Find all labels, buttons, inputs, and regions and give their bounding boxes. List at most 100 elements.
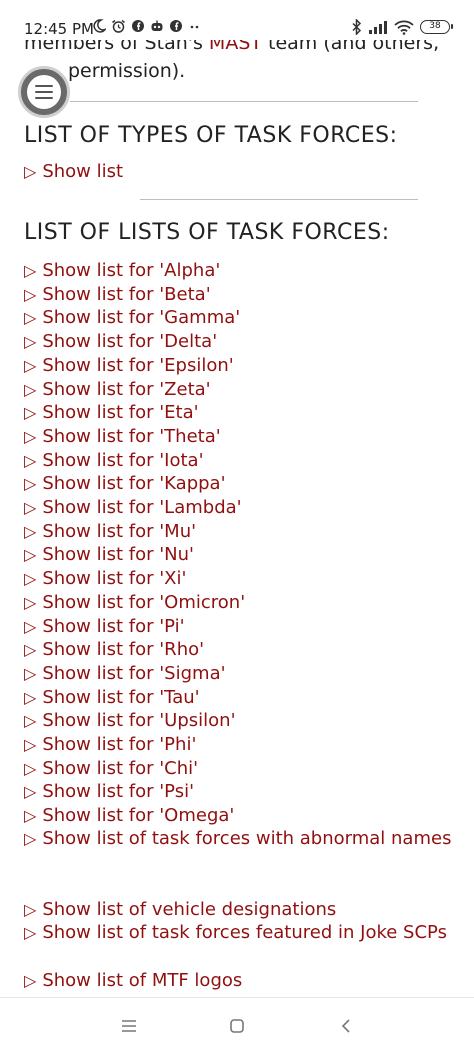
- vehicle-designations-label: Show list of vehicle designations: [42, 899, 337, 920]
- alarm-icon: [112, 19, 125, 33]
- list-item-label: Show list for 'Iota': [42, 449, 204, 471]
- list-item[interactable]: ▷ Show list for 'Chi': [24, 757, 245, 781]
- partial-intro-before: members of Stan's: [24, 40, 209, 54]
- triangle-right-icon: ▷: [24, 332, 37, 352]
- list-item[interactable]: ▷ Show list for 'Phi': [24, 733, 245, 757]
- list-item[interactable]: ▷ Show list for 'Nu': [24, 543, 245, 567]
- abnormal-names-label: Show list of task forces with abnormal n…: [42, 828, 452, 849]
- list-item[interactable]: ▷ Show list for 'Theta': [24, 425, 245, 449]
- list-item-label: Show list for 'Lambda': [42, 497, 242, 519]
- hamburger-line: [35, 85, 53, 87]
- list-item[interactable]: ▷ Show list for 'Kappa': [24, 472, 245, 496]
- recent-apps-icon: [122, 1020, 136, 1032]
- triangle-right-icon: ▷: [24, 521, 37, 541]
- bluetooth-icon: [352, 19, 362, 35]
- list-item[interactable]: ▷ Show list for 'Omicron': [24, 591, 245, 615]
- list-item-label: Show list for 'Nu': [42, 544, 195, 566]
- list-item[interactable]: ▷ Show list for 'Eta': [24, 401, 245, 425]
- divider-1: [70, 101, 418, 102]
- list-item[interactable]: ▷ Show list for 'Pi': [24, 615, 245, 639]
- list-item-label: Show list for 'Gamma': [42, 307, 241, 329]
- triangle-right-icon: ▷: [24, 640, 37, 660]
- mtf-logos-toggle[interactable]: ▷ Show list of MTF logos: [24, 970, 454, 992]
- list-item-label: Show list for 'Alpha': [42, 260, 221, 281]
- triangle-right-icon: ▷: [24, 284, 37, 304]
- back-icon: [341, 1019, 350, 1033]
- floating-menu-button[interactable]: [18, 66, 70, 118]
- list-item[interactable]: ▷ Show list for 'Upsilon': [24, 709, 245, 733]
- more-notifications-icon: [190, 25, 199, 29]
- triangle-right-icon: ▷: [24, 498, 37, 518]
- hamburger-line: [35, 97, 53, 99]
- system-navigation-bar: [0, 997, 474, 1053]
- triangle-right-icon: ▷: [24, 261, 37, 280]
- status-bar: 12:45 PM 38: [0, 0, 474, 40]
- hamburger-menu-icon: [27, 75, 61, 109]
- partial-intro-after: team (and others,: [261, 40, 440, 54]
- types-show-list-toggle[interactable]: ▷ Show list: [24, 161, 123, 182]
- toggle-label: Show list: [42, 161, 124, 182]
- triangle-right-icon: ▷: [24, 592, 37, 612]
- list-item-label: Show list for 'Pi': [42, 615, 185, 637]
- triangle-right-icon: ▷: [24, 616, 37, 636]
- list-item[interactable]: ▷ Show list for 'Psi': [24, 780, 245, 804]
- triangle-right-icon: ▷: [24, 900, 37, 919]
- triangle-right-icon: ▷: [24, 735, 37, 755]
- triangle-right-icon: ▷: [24, 545, 37, 565]
- divider-2: [140, 199, 418, 200]
- status-left-icons: [92, 19, 202, 34]
- triangle-right-icon: ▷: [24, 162, 37, 181]
- mtf-logos-label: Show list of MTF logos: [42, 970, 243, 991]
- list-item[interactable]: ▷ Show list for 'Rho': [24, 638, 245, 662]
- list-item[interactable]: ▷ Show list for 'Mu': [24, 520, 245, 544]
- back-button[interactable]: [332, 1012, 360, 1040]
- triangle-right-icon: ▷: [24, 711, 37, 731]
- list-item-label: Show list for 'Sigma': [42, 662, 226, 684]
- list-item[interactable]: ▷ Show list for 'Zeta': [24, 378, 245, 402]
- list-item[interactable]: ▷ Show list for 'Omega': [24, 804, 245, 828]
- triangle-right-icon: ▷: [24, 829, 37, 848]
- mast-link[interactable]: MAST: [209, 40, 262, 54]
- page-content: members of Stan's MAST team (and others,…: [0, 40, 474, 997]
- wifi-icon: [394, 20, 414, 35]
- home-button[interactable]: [223, 1012, 251, 1040]
- list-item-label: Show list for 'Eta': [42, 402, 199, 424]
- app-notification-icon-2: [170, 20, 182, 32]
- list-item-label: Show list for 'Upsilon': [42, 710, 236, 732]
- joke-scps-toggle[interactable]: ▷ Show list of task forces featured in Jo…: [24, 922, 454, 944]
- list-item-label: Show list for 'Mu': [42, 520, 197, 542]
- list-item[interactable]: ▷ Show list for 'Sigma': [24, 662, 245, 686]
- hamburger-line: [35, 91, 53, 93]
- joke-scps-label: Show list of task forces featured in Jok…: [42, 922, 447, 943]
- list-item[interactable]: ▷ Show list for 'Alpha': [24, 259, 245, 283]
- list-item[interactable]: ▷ Show list for 'Beta': [24, 283, 245, 307]
- types-heading: LIST OF TYPES OF TASK FORCES:: [24, 123, 398, 148]
- list-item[interactable]: ▷ Show list for 'Gamma': [24, 306, 245, 330]
- list-item[interactable]: ▷ Show list for 'Lambda': [24, 496, 245, 520]
- triangle-right-icon: ▷: [24, 569, 37, 589]
- list-item-label: Show list for 'Rho': [42, 639, 205, 661]
- triangle-right-icon: ▷: [24, 379, 37, 399]
- abnormal-names-toggle[interactable]: ▷ Show list of task forces with abnormal …: [24, 828, 454, 850]
- list-item[interactable]: ▷ Show list for 'Iota': [24, 449, 245, 473]
- app-notification-icon: [132, 20, 144, 32]
- triangle-right-icon: ▷: [24, 450, 37, 470]
- list-item[interactable]: ▷ Show list for 'Delta': [24, 330, 245, 354]
- list-item-label: Show list for 'Zeta': [42, 378, 211, 400]
- triangle-right-icon: ▷: [24, 758, 37, 778]
- list-item-label: Show list for 'Theta': [42, 425, 221, 447]
- list-item[interactable]: ▷ Show list for 'Epsilon': [24, 354, 245, 378]
- list-item-label: Show list for 'Delta': [42, 331, 218, 353]
- list-item-label: Show list for 'Epsilon': [42, 354, 234, 376]
- vehicle-designations-toggle[interactable]: ▷ Show list of vehicle designations: [24, 899, 454, 921]
- triangle-right-icon: ▷: [24, 426, 37, 446]
- recent-apps-button[interactable]: [115, 1012, 143, 1040]
- list-item-label: Show list for 'Phi': [42, 734, 197, 756]
- home-icon: [230, 1019, 244, 1033]
- signal-icon: [369, 21, 387, 34]
- list-item[interactable]: ▷ Show list for 'Tau': [24, 686, 245, 710]
- battery-icon: 38: [420, 20, 453, 34]
- triangle-right-icon: ▷: [24, 403, 37, 423]
- list-item-label: Show list for 'Beta': [42, 283, 211, 305]
- list-item[interactable]: ▷ Show list for 'Xi': [24, 567, 245, 591]
